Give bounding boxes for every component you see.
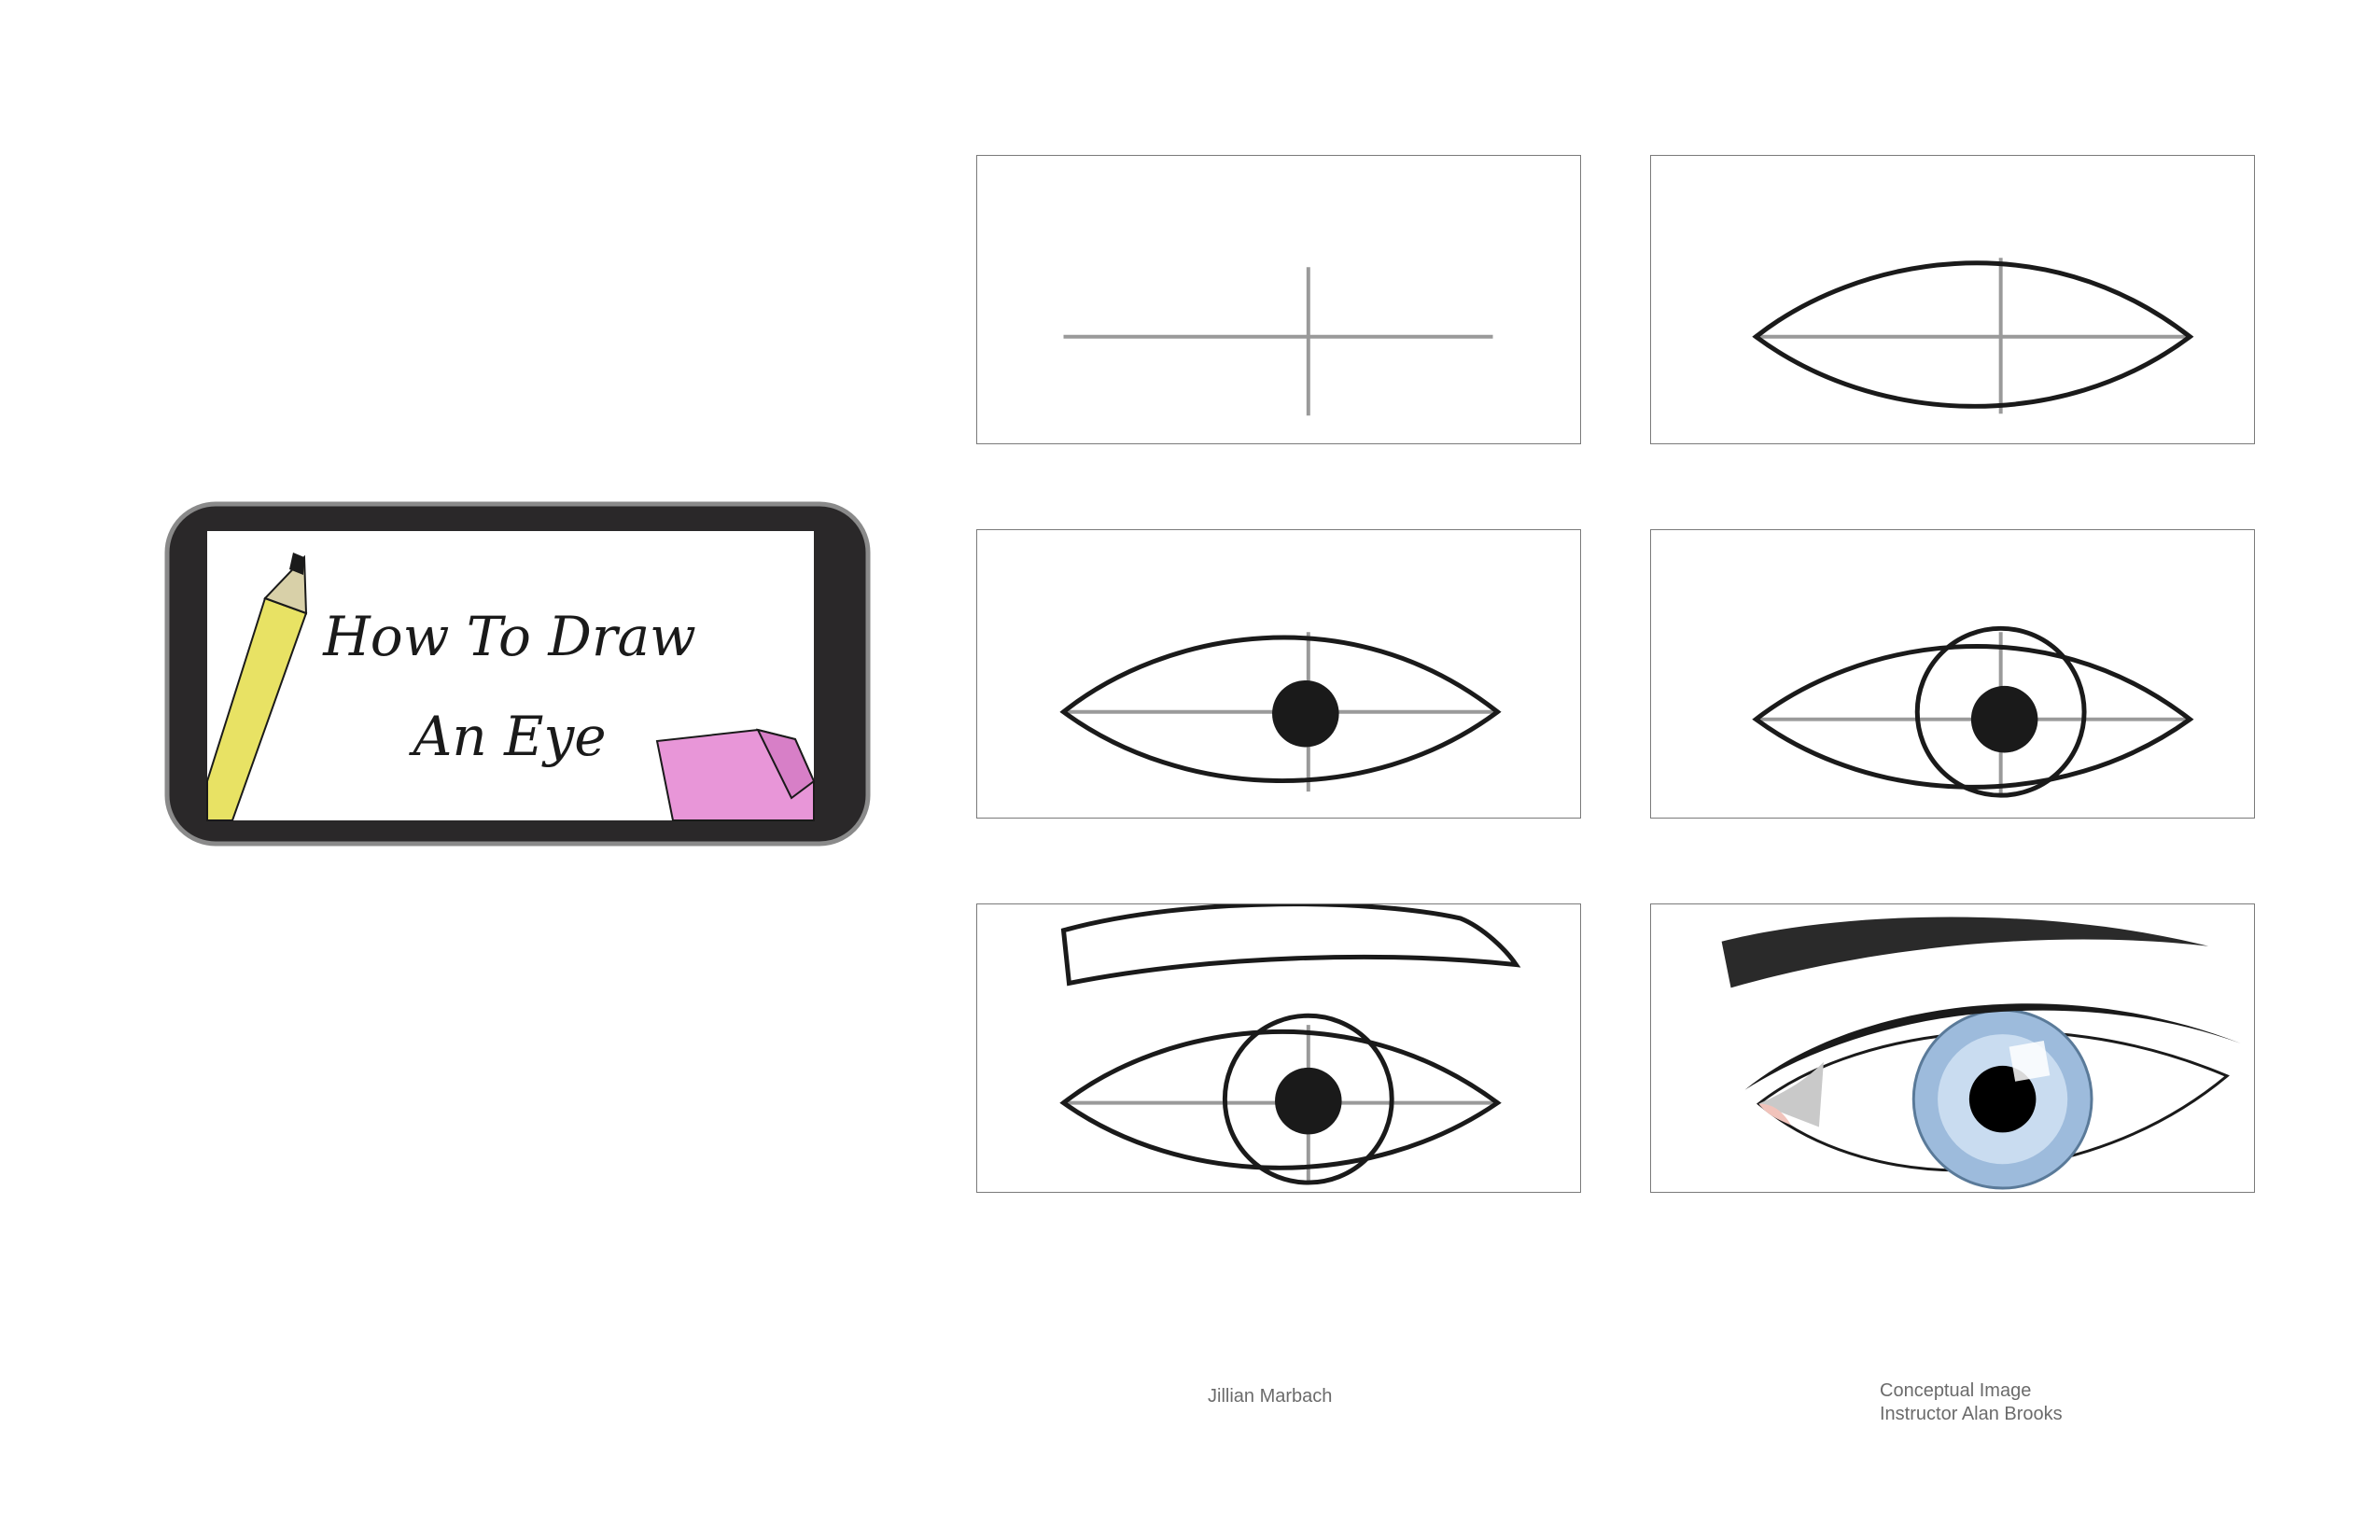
title-card: How To Draw An Eye xyxy=(164,501,871,847)
eye-with-pupil-icon xyxy=(1059,632,1502,792)
eye-with-eyebrow-icon xyxy=(1059,904,1521,1185)
step-3-panel xyxy=(976,529,1581,819)
credit-concept-label: Conceptual Image xyxy=(1880,1380,2032,1401)
instructor-name: Instructor Alan Brooks xyxy=(1880,1404,2063,1424)
student-credit: Jillian Marbach xyxy=(1208,1385,1332,1408)
title-card-illustration: How To Draw An Eye xyxy=(164,501,871,847)
crosshair-guideline-icon xyxy=(1063,267,1493,416)
eye-outline-icon xyxy=(1752,258,2194,414)
eraser-icon xyxy=(655,728,816,821)
step-2-panel xyxy=(1650,155,2255,444)
title-line-1: How To Draw xyxy=(322,605,696,668)
eye-with-iris-circle-icon xyxy=(1752,625,2194,798)
step-1-panel xyxy=(976,155,1581,444)
step-5-panel xyxy=(976,903,1581,1193)
title-line-2: An Eye xyxy=(408,705,606,768)
instructor-credit: Conceptual Image Instructor Alan Brooks xyxy=(1880,1379,2063,1426)
step-4-panel xyxy=(1650,529,2255,819)
student-name: Jillian Marbach xyxy=(1208,1386,1333,1407)
step-6-panel xyxy=(1650,903,2255,1193)
finished-blue-eye-icon xyxy=(1721,917,2241,1190)
